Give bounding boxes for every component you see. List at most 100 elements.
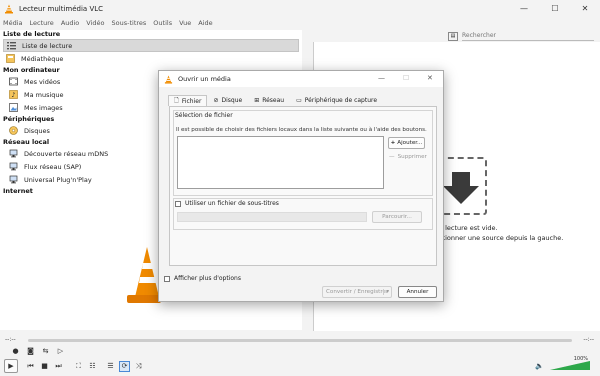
- vlc-artwork: [121, 239, 161, 309]
- menu-bar: Média Lecture Audio Vidéo Sous-titres Ou…: [0, 17, 600, 29]
- open-media-dialog: Ouvrir un média — ☐ ✕ 🗋 Fichier ⊘ Disque ⊞…: [158, 70, 444, 302]
- browse-button[interactable]: Parcourir...: [372, 211, 422, 223]
- tab-label: Réseau: [262, 97, 285, 104]
- maximize-button[interactable]: ☐: [540, 0, 570, 17]
- add-button[interactable]: + Ajouter...: [388, 137, 425, 149]
- playlist-view-icon[interactable]: ▤: [448, 31, 458, 41]
- dialog-title: Ouvrir un média: [178, 75, 231, 83]
- snapshot-icon[interactable]: ◙: [25, 345, 36, 356]
- file-tab-panel: Sélection de fichier Il est possible de …: [169, 106, 437, 266]
- capture-device-icon: ▭: [296, 97, 302, 104]
- menu-help[interactable]: Aide: [198, 19, 212, 27]
- dialog-title-bar: Ouvrir un média: [159, 71, 443, 87]
- cancel-button[interactable]: Annuler: [398, 286, 437, 298]
- menu-subtitles[interactable]: Sous-titres: [112, 19, 147, 27]
- network-icon: [8, 149, 18, 159]
- music-icon: ♪: [8, 90, 18, 100]
- network-icon: ⊞: [254, 97, 260, 104]
- dialog-close-button[interactable]: ✕: [427, 74, 433, 82]
- previous-icon[interactable]: ⏮: [25, 361, 36, 372]
- checkbox-box: [175, 200, 181, 207]
- menu-tools[interactable]: Outils: [153, 19, 172, 27]
- search-input[interactable]: [462, 31, 594, 41]
- tab-label: Périphérique de capture: [304, 97, 378, 104]
- minus-icon: —: [389, 154, 395, 160]
- network-icon: [8, 162, 18, 172]
- dialog-maximize-button[interactable]: ☐: [403, 74, 409, 82]
- volume-slider[interactable]: [550, 361, 590, 370]
- fullscreen-icon[interactable]: ⛶: [73, 361, 84, 372]
- file-list[interactable]: [177, 136, 384, 189]
- dialog-tabs: 🗋 Fichier ⊘ Disque ⊞ Réseau ▭ Périphérique d…: [168, 95, 383, 106]
- file-selection-description: Il est possible de choisir des fichiers …: [176, 127, 427, 133]
- volume-control: 🔈 100%: [534, 356, 590, 371]
- file-icon: 🗋: [174, 97, 179, 104]
- seek-area: --:-- --:--: [0, 336, 600, 344]
- svg-text:♪: ♪: [11, 91, 15, 99]
- sidebar-item-label: Découverte réseau mDNS: [24, 149, 109, 158]
- checkbox-label: Afficher plus d'options: [174, 275, 241, 282]
- sidebar-item-label: Disques: [24, 126, 50, 135]
- tab-disc[interactable]: ⊘ Disque: [207, 95, 248, 106]
- library-icon: [5, 54, 15, 64]
- plus-icon: +: [390, 140, 396, 146]
- window-title: Lecteur multimédia VLC: [19, 4, 104, 13]
- disc-icon: ⊘: [213, 97, 219, 104]
- empty-playlist-text: e lecture est vide.: [439, 224, 498, 232]
- menu-view[interactable]: Vue: [179, 19, 191, 27]
- shuffle-icon[interactable]: ⤨: [133, 361, 144, 372]
- subtitle-file-field: [177, 212, 367, 222]
- show-more-options-checkbox[interactable]: Afficher plus d'options: [164, 275, 241, 282]
- tab-network[interactable]: ⊞ Réseau: [248, 95, 290, 106]
- next-icon[interactable]: ⏭: [53, 361, 64, 372]
- menu-lecture[interactable]: Lecture: [30, 19, 54, 27]
- tab-label: Disque: [221, 97, 243, 104]
- sidebar-item-label: Mes vidéos: [24, 77, 61, 86]
- dialog-minimize-button[interactable]: —: [378, 74, 385, 82]
- speaker-icon[interactable]: 🔈: [534, 360, 545, 371]
- menu-audio[interactable]: Audio: [61, 19, 79, 27]
- frame-step-icon[interactable]: ▷: [55, 345, 66, 356]
- playlist-icon: [6, 41, 16, 51]
- tab-label: Fichier: [181, 97, 202, 105]
- add-button-label: Ajouter...: [397, 140, 423, 146]
- image-icon: [8, 103, 18, 113]
- chevron-down-icon[interactable]: ▾: [383, 289, 389, 295]
- minimize-button[interactable]: —: [509, 0, 539, 17]
- time-total: --:--: [583, 336, 594, 343]
- disc-icon: [8, 126, 18, 136]
- seek-slider[interactable]: [28, 339, 572, 342]
- vlc-logo-icon: [5, 4, 13, 13]
- sidebar-item-label: Ma musique: [24, 90, 64, 99]
- main-controls: ▶ ⏮ ■ ⏭ ⛶ ☷ ☰ ⟳ ⤨: [4, 359, 144, 373]
- stop-icon[interactable]: ■: [39, 361, 50, 372]
- play-button[interactable]: ▶: [4, 359, 18, 373]
- secondary-controls: ● ◙ ⇆ ▷: [10, 345, 66, 356]
- equalizer-icon[interactable]: ☷: [87, 361, 98, 372]
- time-elapsed: --:--: [5, 336, 16, 343]
- tab-capture-device[interactable]: ▭ Périphérique de capture: [290, 95, 383, 106]
- remove-button-label: Supprimer: [397, 154, 427, 160]
- menu-media[interactable]: Média: [3, 19, 23, 27]
- subtitle-checkbox[interactable]: Utiliser un fichier de sous-titres: [175, 200, 279, 207]
- checkbox-label: Utiliser un fichier de sous-titres: [185, 200, 279, 207]
- film-icon: [8, 77, 18, 87]
- remove-button[interactable]: — Supprimer: [389, 154, 427, 160]
- section-playlist: Liste de lecture: [3, 30, 61, 38]
- playlist-toggle-icon[interactable]: ☰: [105, 361, 116, 372]
- sidebar-item-label: Mes images: [24, 103, 63, 112]
- close-button[interactable]: ✕: [570, 0, 600, 17]
- sidebar-item-library[interactable]: Médiathèque: [0, 52, 302, 65]
- repeat-icon[interactable]: ⟳: [119, 360, 130, 372]
- tab-file[interactable]: 🗋 Fichier: [168, 95, 208, 106]
- download-arrow-icon: [443, 172, 479, 204]
- sidebar-item-playlist[interactable]: Liste de lecture: [3, 39, 299, 52]
- vlc-logo-icon: [164, 74, 173, 84]
- convert-button-label: Convertir / Enregistrer: [326, 289, 389, 295]
- record-icon[interactable]: ●: [10, 345, 21, 356]
- loop-ab-icon[interactable]: ⇆: [40, 345, 51, 356]
- menu-video[interactable]: Vidéo: [86, 19, 104, 27]
- convert-save-button[interactable]: Convertir / Enregistrer ▾: [322, 286, 392, 298]
- empty-playlist-hint: ctionner une source depuis la gauche.: [439, 234, 564, 242]
- search-bar: ▤: [313, 30, 600, 42]
